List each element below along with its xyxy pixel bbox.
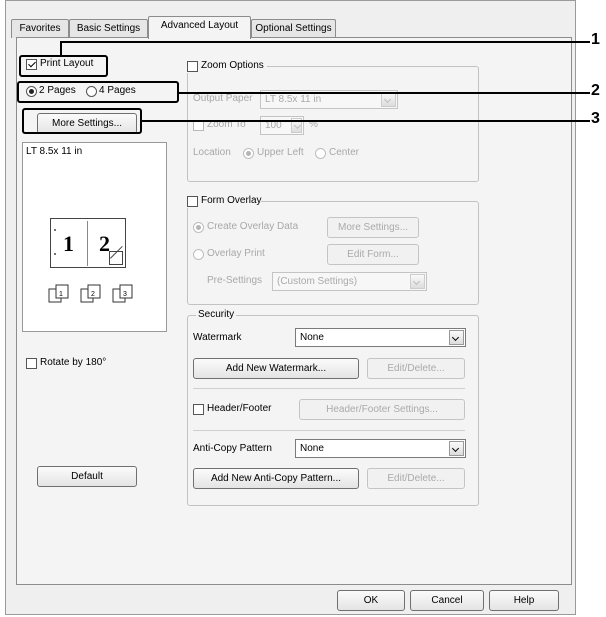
watermark-select[interactable]: None [295, 328, 466, 347]
upper-left-label: Upper Left [257, 147, 304, 158]
callout-line-1 [60, 41, 590, 43]
center-label: Center [329, 147, 360, 158]
zoom-options-label: Zoom Options [201, 60, 264, 71]
upper-left-radio[interactable] [243, 148, 254, 159]
output-paper-label: Output Paper [193, 93, 253, 104]
default-button[interactable]: Default [37, 466, 137, 487]
header-footer-settings-button[interactable]: Header/Footer Settings... [299, 399, 465, 420]
callout-highlight-3 [22, 108, 142, 134]
header-footer-label: Header/Footer [207, 403, 272, 414]
location-label: Location [193, 147, 231, 158]
callout-line-3 [142, 120, 590, 122]
svg-text:1: 1 [59, 291, 63, 298]
separator [193, 430, 465, 431]
tab-basic-settings[interactable]: Basic Settings [69, 19, 148, 38]
help-button[interactable]: Help [489, 590, 559, 611]
overlay-more-settings-button[interactable]: More Settings... [327, 217, 419, 238]
center-radio[interactable] [315, 148, 326, 159]
svg-text:2: 2 [91, 291, 95, 298]
pre-settings-label: Pre-Settings [207, 275, 263, 286]
anti-copy-label: Anti-Copy Pattern [193, 443, 272, 454]
zoom-to-spinner[interactable]: 100 [260, 116, 304, 135]
preview-sheet: 1 2 [50, 218, 126, 268]
form-overlay-checkbox[interactable] [187, 196, 198, 207]
create-overlay-radio[interactable] [193, 222, 204, 233]
watermark-label: Watermark [193, 332, 242, 343]
rotate-180-label: Rotate by 180° [40, 357, 107, 368]
tab-favorites[interactable]: Favorites [11, 19, 69, 38]
overlay-print-label: Overlay Print [207, 248, 265, 259]
header-footer-checkbox[interactable] [193, 404, 204, 415]
pre-settings-select[interactable]: (Custom Settings) [272, 272, 427, 291]
callout-number-2: 2 [591, 82, 600, 99]
security-legend: Security [196, 309, 237, 320]
add-new-watermark-button[interactable]: Add New Watermark... [193, 358, 359, 379]
create-overlay-label: Create Overlay Data [207, 221, 299, 232]
fold-corner-icon [109, 245, 123, 265]
anti-copy-edit-delete-button[interactable]: Edit/Delete... [367, 468, 465, 489]
callout-highlight-2 [17, 81, 179, 103]
watermark-edit-delete-button[interactable]: Edit/Delete... [367, 358, 465, 379]
preview-page-1: 1 [63, 231, 74, 256]
preview-paper-label: LT 8.5x 11 in [26, 146, 83, 157]
cancel-button[interactable]: Cancel [410, 590, 484, 611]
anti-copy-select[interactable]: None [295, 439, 466, 458]
callout-line-2 [178, 92, 590, 94]
ok-button[interactable]: OK [337, 590, 405, 611]
callout-number-1: 1 [591, 31, 600, 48]
overlay-print-radio[interactable] [193, 249, 204, 260]
callout-number-3: 3 [591, 110, 600, 127]
zoom-options-checkbox[interactable] [187, 61, 198, 72]
edit-form-button[interactable]: Edit Form... [327, 244, 419, 265]
add-anti-copy-button[interactable]: Add New Anti-Copy Pattern... [193, 468, 359, 489]
form-overlay-label: Form Overlay [201, 195, 262, 206]
layout-preview: LT 8.5x 11 in 1 2 1 2 3 [22, 142, 167, 332]
callout-stem-1 [60, 41, 62, 56]
separator [193, 388, 465, 389]
callout-highlight-1 [19, 55, 108, 77]
page-order-icons: 1 2 3 [48, 284, 133, 303]
tab-advanced-layout[interactable]: Advanced Layout [148, 16, 251, 39]
rotate-180-checkbox[interactable] [26, 358, 37, 369]
svg-text:3: 3 [123, 291, 127, 298]
tab-optional-settings[interactable]: Optional Settings [251, 19, 336, 38]
